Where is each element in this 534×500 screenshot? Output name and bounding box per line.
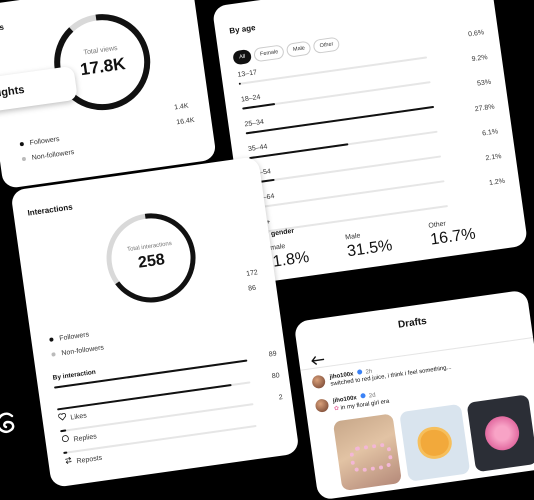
interaction-row-label: Reposts: [76, 454, 103, 466]
age-row-label: 18–24: [240, 94, 261, 104]
interaction-row-value: 80: [271, 372, 281, 381]
photo-pink-flower[interactable]: [466, 394, 534, 473]
drafts-card: Drafts jiho100x 2h switched to red juice…: [293, 289, 534, 500]
draft-time: 2d: [368, 392, 377, 400]
age-row-value: 1.2%: [488, 177, 506, 187]
interactions-stat-nonfollowers: 86: [247, 284, 257, 293]
reply-icon: [61, 434, 70, 445]
interaction-row-value: 2: [278, 393, 284, 402]
views-legend-followers: Followers: [19, 136, 60, 148]
draft-time: 2h: [365, 368, 373, 376]
filter-female[interactable]: Female: [253, 44, 286, 63]
interactions-card: Interactions Total interactions 258 172 …: [10, 156, 300, 488]
photo-beads[interactable]: [332, 413, 403, 492]
heart-icon: [58, 412, 67, 423]
verified-icon: [356, 369, 363, 375]
age-row-value: 27.8%: [474, 103, 496, 114]
age-row-bar: [242, 103, 276, 110]
gender-male-value: 31.5%: [346, 237, 394, 261]
draft-item[interactable]: jiho100x 2h switched to red juice, i thi…: [311, 346, 524, 390]
interaction-row-bar: [60, 429, 67, 433]
gender-other-value: 16.7%: [429, 225, 477, 249]
age-row-label: 35–44: [247, 143, 268, 154]
avatar: [314, 398, 330, 413]
insights-pill-label: ights: [0, 83, 26, 100]
drafts-title: Drafts: [397, 315, 428, 331]
age-row-value: 9.2%: [471, 53, 489, 64]
views-legend-nonfollowers: Non-followers: [21, 149, 75, 163]
repost-icon: [64, 456, 73, 467]
views-card-header: s: [0, 22, 5, 33]
interactions-title: Interactions: [26, 202, 74, 218]
age-row-value: 53%: [476, 78, 492, 88]
interactions-legend-followers: Followers: [49, 331, 90, 343]
flower-icon: ✿: [333, 405, 340, 413]
avatar: [311, 374, 326, 390]
drafts-divider: [300, 337, 534, 371]
age-row-label: 13–17: [237, 69, 258, 79]
interaction-row-bar: [63, 451, 68, 455]
age-row-value: 0.6%: [467, 29, 485, 39]
app-logo-icon: [0, 410, 20, 436]
age-row-value: 2.1%: [485, 153, 503, 163]
interaction-row-value: 89: [268, 350, 278, 359]
photo-flower-cookie[interactable]: [399, 403, 471, 482]
age-rows: 13–17 0.6% 18–24 9.2% 25–34 53% 35–44 27…: [212, 0, 505, 234]
interactions-legend-nonfollowers: Non-followers: [51, 344, 104, 358]
age-row-label: 25–34: [244, 118, 265, 129]
interaction-row-label: Replies: [73, 433, 98, 444]
age-row-value: 6.1%: [481, 128, 499, 138]
gender-male: Male 31.5%: [345, 228, 394, 261]
filter-other[interactable]: Other: [312, 36, 341, 54]
by-interaction-title: By interaction: [52, 368, 97, 382]
views-stat-followers: 1.4K: [173, 102, 190, 112]
interaction-row-label: Likes: [70, 412, 88, 422]
age-title: By age: [228, 23, 257, 36]
views-stat-nonfollowers: 16.4K: [175, 116, 195, 127]
age-row-bar: [238, 82, 242, 85]
filter-male[interactable]: Male: [286, 40, 312, 58]
verified-icon: [359, 393, 366, 399]
gender-other: Other 16.7%: [428, 217, 477, 250]
interactions-stat-followers: 172: [245, 269, 259, 278]
filter-all[interactable]: All: [232, 48, 253, 66]
